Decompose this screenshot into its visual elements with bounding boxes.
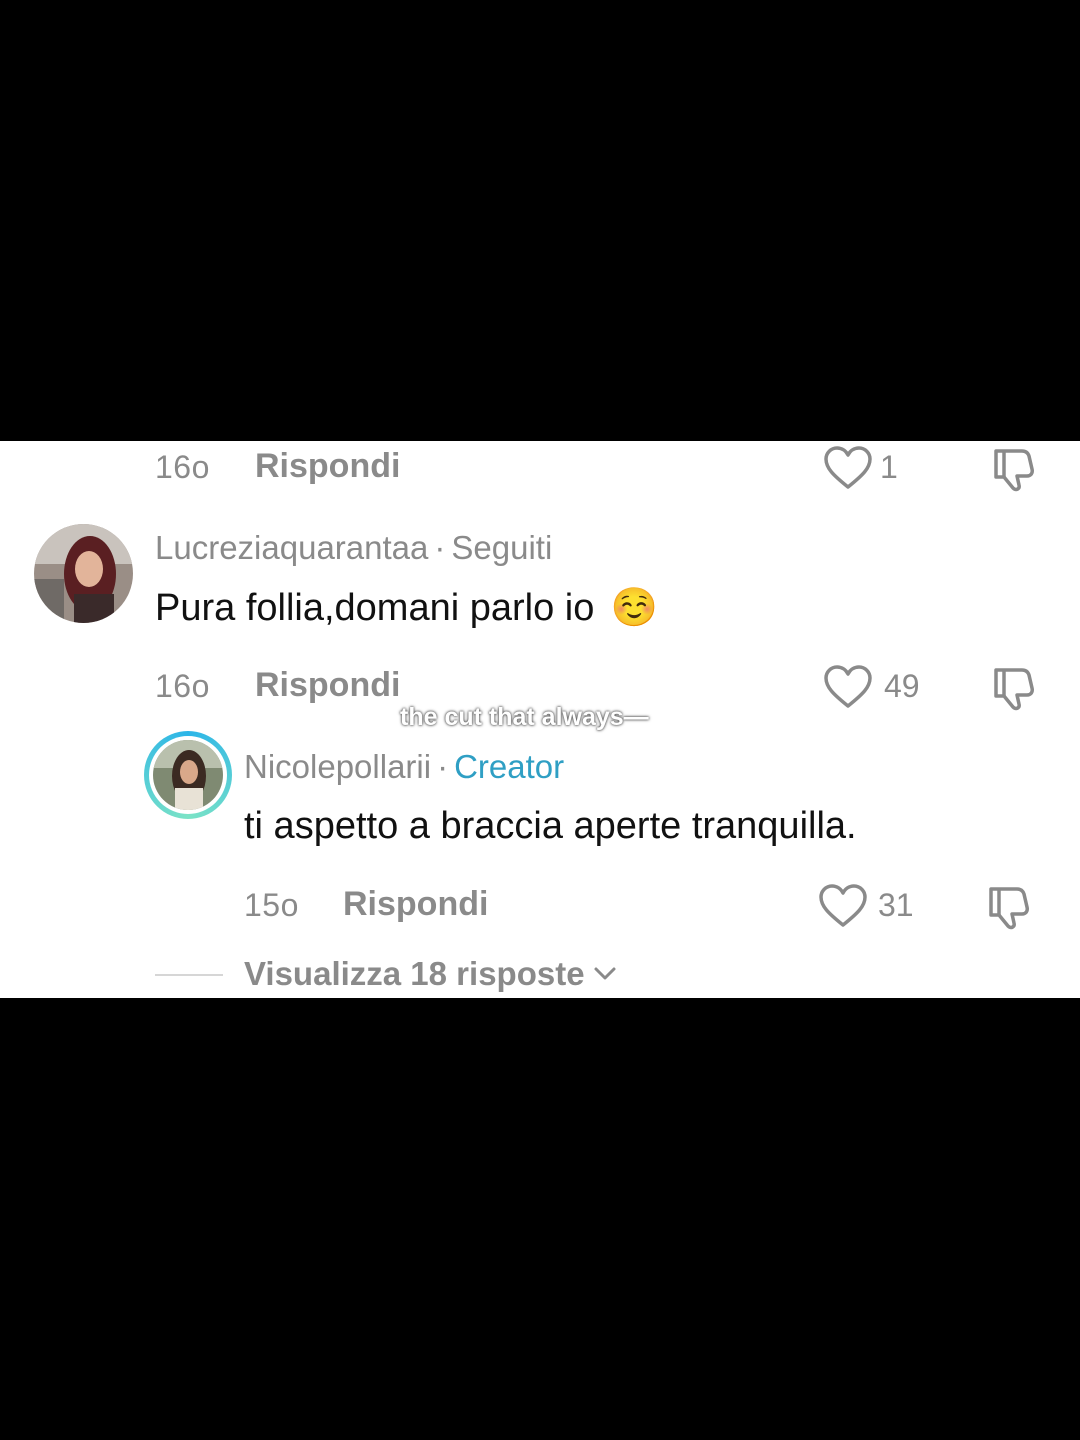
- separator: ·: [437, 748, 449, 785]
- comment-username-line: Lucreziaquarantaa · Seguiti: [155, 529, 552, 567]
- view-replies-button[interactable]: Visualizza 18 risposte: [244, 955, 617, 993]
- like-count: 31: [878, 887, 914, 923]
- like-count: 1: [880, 449, 898, 485]
- username[interactable]: Lucreziaquarantaa: [155, 529, 428, 566]
- chevron-down-icon: [593, 966, 617, 982]
- replies-divider: [155, 974, 223, 976]
- creator-avatar[interactable]: [144, 731, 232, 819]
- view-replies-label: Visualizza 18 risposte: [244, 955, 585, 992]
- reply-button[interactable]: Rispondi: [343, 885, 488, 924]
- dislike-button[interactable]: [988, 445, 1038, 493]
- username[interactable]: Nicolepollarii: [244, 748, 431, 785]
- avatar[interactable]: [34, 524, 133, 623]
- comment-text-line: Pura follia,domani parlo io ☺️: [155, 586, 658, 630]
- like-button[interactable]: [823, 445, 873, 491]
- like-count: 49: [884, 668, 920, 704]
- like-button[interactable]: [823, 664, 873, 710]
- creator-badge: Creator: [454, 748, 565, 785]
- heart-icon: [823, 445, 873, 491]
- comment-time: 15o: [244, 887, 299, 923]
- comment-time: 16o: [155, 449, 210, 485]
- dislike-button[interactable]: [983, 883, 1033, 931]
- dislike-icon: [983, 883, 1033, 931]
- reply-button[interactable]: Rispondi: [255, 447, 400, 486]
- dislike-icon: [988, 445, 1038, 493]
- separator: ·: [434, 529, 446, 566]
- heart-icon: [823, 664, 873, 710]
- dislike-icon: [988, 664, 1038, 712]
- like-button[interactable]: [818, 883, 868, 929]
- comment-screenshot: 16o Rispondi 1 Lucreziaquarantaa · Segui…: [0, 441, 1080, 998]
- emoji: ☺️: [610, 587, 659, 629]
- reply-button[interactable]: Rispondi: [255, 666, 400, 705]
- heart-icon: [818, 883, 868, 929]
- video-frame: 16o Rispondi 1 Lucreziaquarantaa · Segui…: [0, 0, 1080, 1440]
- dislike-button[interactable]: [988, 664, 1038, 712]
- comment-text: ti aspetto a braccia aperte tranquilla.: [244, 805, 857, 847]
- comment-time: 16o: [155, 668, 210, 704]
- comment-text: Pura follia,domani parlo io: [155, 587, 595, 629]
- comment-username-line: Nicolepollarii · Creator: [244, 748, 564, 786]
- followed-tag: Seguiti: [451, 529, 553, 566]
- video-caption: the cut that always—: [400, 703, 649, 731]
